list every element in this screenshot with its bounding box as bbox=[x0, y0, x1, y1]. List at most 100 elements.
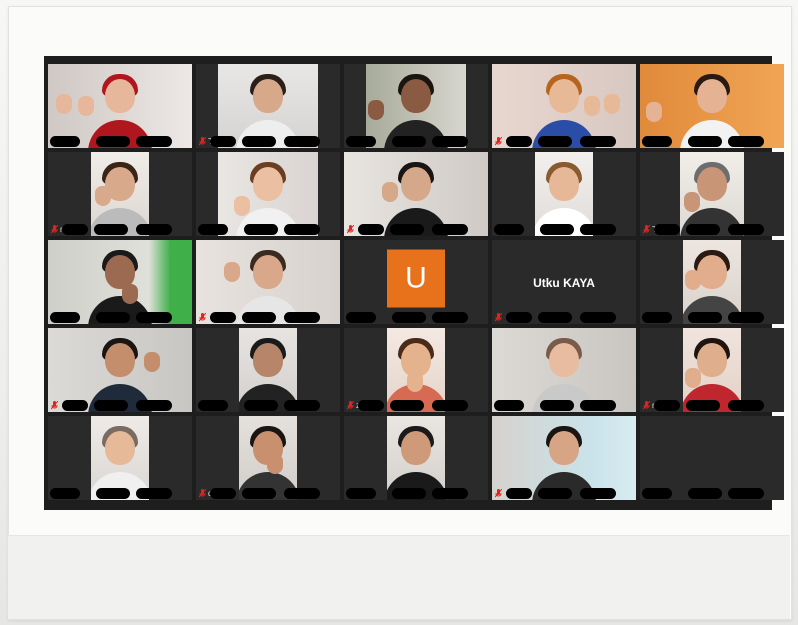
name-redaction-bar bbox=[728, 312, 764, 323]
participant-face bbox=[549, 167, 579, 202]
participant-tile[interactable]: zc bbox=[344, 328, 488, 412]
waving-hand bbox=[685, 368, 701, 388]
microphone-muted-icon bbox=[495, 313, 502, 322]
name-redaction-bar bbox=[728, 400, 764, 411]
microphone-muted-icon bbox=[643, 401, 650, 410]
participant-tile[interactable]: Utku KAYA bbox=[492, 240, 636, 324]
participant-tile[interactable]: m bbox=[48, 328, 192, 412]
participant-tile[interactable]: EM bbox=[48, 64, 192, 148]
name-redaction-bar bbox=[688, 312, 722, 323]
participant-face bbox=[697, 255, 727, 290]
name-redaction-bar bbox=[96, 312, 130, 323]
participant-face bbox=[697, 167, 727, 202]
waving-hand bbox=[224, 262, 240, 282]
participant-tile[interactable] bbox=[196, 240, 340, 324]
waving-hand bbox=[646, 102, 662, 122]
microphone-muted-icon bbox=[199, 489, 206, 498]
name-redaction-bar bbox=[136, 400, 172, 411]
name-redaction-bar bbox=[728, 488, 764, 499]
name-redaction-bar bbox=[540, 224, 574, 235]
name-redaction-bar bbox=[538, 136, 572, 147]
name-redaction-bar bbox=[506, 136, 532, 147]
name-redaction-bar bbox=[358, 400, 384, 411]
participant-tile[interactable]: Te bbox=[196, 328, 340, 412]
name-redaction-bar bbox=[136, 136, 172, 147]
name-redaction-bar bbox=[96, 488, 130, 499]
participant-face bbox=[253, 167, 283, 202]
name-redaction-bar bbox=[358, 224, 384, 235]
participant-tile[interactable]: Ec bbox=[640, 416, 784, 500]
name-redaction-bar bbox=[198, 400, 228, 411]
microphone-muted-icon bbox=[643, 225, 650, 234]
name-redaction-bar bbox=[580, 136, 616, 147]
name-redaction-bar bbox=[346, 136, 376, 147]
name-redaction-bar bbox=[432, 224, 468, 235]
waving-hand bbox=[267, 454, 283, 474]
name-redaction-bar bbox=[654, 224, 680, 235]
participant-face bbox=[401, 431, 431, 466]
name-redaction-bar bbox=[390, 224, 424, 235]
name-redaction-bar bbox=[654, 400, 680, 411]
participant-tile[interactable]: D bbox=[492, 64, 636, 148]
participant-tile[interactable]: AY bbox=[492, 152, 636, 236]
participant-tile[interactable] bbox=[492, 328, 636, 412]
waving-hand bbox=[584, 96, 600, 116]
name-redaction-bar bbox=[284, 488, 320, 499]
participant-tile[interactable]: ap bbox=[640, 240, 784, 324]
name-redaction-bar bbox=[136, 224, 172, 235]
name-redaction-bar bbox=[432, 400, 468, 411]
name-redaction-bar bbox=[94, 400, 128, 411]
participant-tile[interactable]: dc bbox=[344, 64, 488, 148]
waving-hand bbox=[684, 192, 700, 212]
participant-tile[interactable]: TE bbox=[640, 64, 784, 148]
name-redaction-bar bbox=[392, 136, 426, 147]
participant-tile[interactable]: c bbox=[48, 240, 192, 324]
name-redaction-bar bbox=[284, 136, 320, 147]
name-redaction-bar bbox=[506, 488, 532, 499]
participant-face bbox=[105, 431, 135, 466]
name-redaction-bar bbox=[244, 400, 278, 411]
name-redaction-bar bbox=[642, 312, 672, 323]
name-redaction-bar bbox=[62, 400, 88, 411]
name-redaction-bar bbox=[538, 488, 572, 499]
participant-display-name: Utku KAYA bbox=[533, 276, 595, 290]
microphone-muted-icon bbox=[495, 489, 502, 498]
participant-tile[interactable]: T bbox=[196, 64, 340, 148]
name-redaction-bar bbox=[210, 136, 236, 147]
name-redaction-bar bbox=[50, 312, 80, 323]
participant-face bbox=[549, 431, 579, 466]
name-redaction-bar bbox=[686, 400, 720, 411]
waving-hand bbox=[685, 270, 701, 290]
participant-face bbox=[253, 343, 283, 378]
participant-face bbox=[549, 79, 579, 114]
participant-tile[interactable]: du bbox=[196, 416, 340, 500]
microphone-muted-icon bbox=[51, 401, 58, 410]
participant-tile[interactable] bbox=[196, 152, 340, 236]
participant-tile[interactable]: Y bbox=[48, 416, 192, 500]
name-redaction-bar bbox=[580, 488, 616, 499]
participant-face bbox=[401, 167, 431, 202]
microphone-muted-icon bbox=[347, 401, 354, 410]
name-redaction-bar bbox=[642, 136, 672, 147]
participant-tile[interactable]: Ta bbox=[492, 416, 636, 500]
participant-face bbox=[697, 79, 727, 114]
participant-face bbox=[105, 343, 135, 378]
participant-tile[interactable]: Te bbox=[640, 152, 784, 236]
participant-tile[interactable]: di bbox=[344, 416, 488, 500]
participant-tile[interactable]: U bbox=[344, 240, 488, 324]
name-redaction-bar bbox=[538, 312, 572, 323]
waving-hand bbox=[122, 284, 138, 304]
name-redaction-bar bbox=[284, 400, 320, 411]
participant-tile[interactable]: n bbox=[48, 152, 192, 236]
name-redaction-bar bbox=[244, 224, 278, 235]
name-redaction-bar bbox=[392, 312, 426, 323]
name-redaction-bar bbox=[242, 136, 276, 147]
participant-face bbox=[253, 255, 283, 290]
name-redaction-bar bbox=[506, 312, 532, 323]
participant-tile[interactable]: ni bbox=[640, 328, 784, 412]
microphone-muted-icon bbox=[347, 225, 354, 234]
name-redaction-bar bbox=[96, 136, 130, 147]
waving-hand bbox=[604, 94, 620, 114]
participant-tile[interactable]: Oc bbox=[344, 152, 488, 236]
name-redaction-bar bbox=[50, 136, 80, 147]
